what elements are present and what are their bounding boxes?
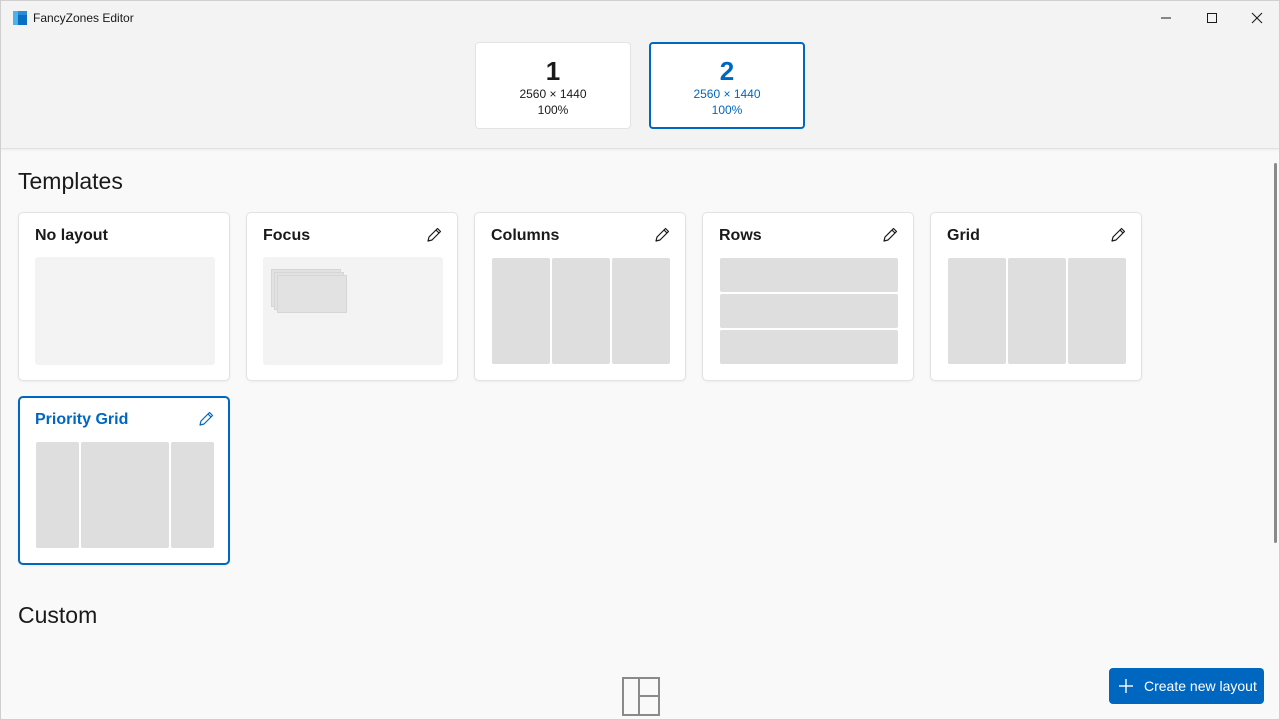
- maximize-icon: [1207, 13, 1217, 23]
- pencil-icon[interactable]: [653, 226, 671, 244]
- zone: [1008, 258, 1066, 364]
- create-new-layout-label: Create new layout: [1144, 678, 1257, 694]
- layout-preview: [263, 257, 443, 365]
- layout-preview: [491, 257, 671, 365]
- card-title: No layout: [35, 227, 108, 244]
- zone: [492, 258, 550, 364]
- maximize-button[interactable]: [1189, 1, 1235, 35]
- monitor-selector: 1 2560 × 1440 100% 2 2560 × 1440 100%: [1, 35, 1279, 149]
- monitor-number: 2: [719, 56, 735, 86]
- zone: [1068, 258, 1126, 364]
- layout-card-rows[interactable]: Rows: [702, 212, 914, 381]
- fancyzones-app-icon: [13, 11, 27, 25]
- layout-preview: [35, 257, 215, 365]
- layout-card-columns[interactable]: Columns: [474, 212, 686, 381]
- create-new-layout-button[interactable]: Create new layout: [1109, 668, 1264, 704]
- monitor-scale: 100%: [711, 103, 743, 117]
- zone: [36, 442, 79, 548]
- minimize-icon: [1161, 17, 1171, 19]
- layout-card-grid[interactable]: Grid: [930, 212, 1142, 381]
- templates-heading: Templates: [18, 168, 123, 194]
- layout-card-priority-grid[interactable]: Priority Grid: [18, 396, 230, 565]
- layout-card-focus[interactable]: Focus: [246, 212, 458, 381]
- layout-card-no-layout[interactable]: No layout: [18, 212, 230, 381]
- title-bar: FancyZones Editor: [1, 1, 1279, 35]
- zone: [277, 275, 347, 313]
- zone: [720, 294, 898, 328]
- close-button[interactable]: [1234, 1, 1279, 35]
- card-title: Focus: [263, 227, 311, 244]
- monitor-2-button[interactable]: 2 2560 × 1440 100%: [649, 42, 805, 129]
- zone: [948, 258, 1006, 364]
- card-title: Priority Grid: [35, 411, 129, 428]
- zone: [552, 258, 610, 364]
- layout-preview: [719, 257, 899, 365]
- layout-preview: [947, 257, 1127, 365]
- pencil-icon[interactable]: [425, 226, 443, 244]
- pencil-icon[interactable]: [881, 226, 899, 244]
- pencil-icon[interactable]: [1109, 226, 1127, 244]
- custom-heading: Custom: [18, 602, 98, 628]
- layout-icon: [622, 677, 660, 716]
- minimize-button[interactable]: [1143, 1, 1189, 35]
- monitor-scale: 100%: [537, 103, 569, 117]
- close-icon: [1251, 12, 1263, 24]
- card-title: Grid: [947, 227, 980, 244]
- plus-icon: [1119, 679, 1133, 693]
- card-title: Rows: [719, 227, 762, 244]
- zone: [171, 442, 214, 548]
- vertical-scrollbar[interactable]: [1274, 163, 1277, 543]
- monitor-resolution: 2560 × 1440: [693, 87, 761, 101]
- monitor-resolution: 2560 × 1440: [519, 87, 587, 101]
- monitor-1-button[interactable]: 1 2560 × 1440 100%: [475, 42, 631, 129]
- layout-preview: [35, 441, 215, 549]
- pencil-icon[interactable]: [197, 410, 215, 428]
- zone: [81, 442, 169, 548]
- zone: [612, 258, 670, 364]
- zone: [720, 330, 898, 364]
- monitor-number: 1: [545, 56, 561, 86]
- app-window: FancyZones Editor 1 2560 × 1440 100% 2 2…: [0, 0, 1280, 720]
- zone: [720, 258, 898, 292]
- card-title: Columns: [491, 227, 560, 244]
- window-title: FancyZones Editor: [33, 11, 134, 25]
